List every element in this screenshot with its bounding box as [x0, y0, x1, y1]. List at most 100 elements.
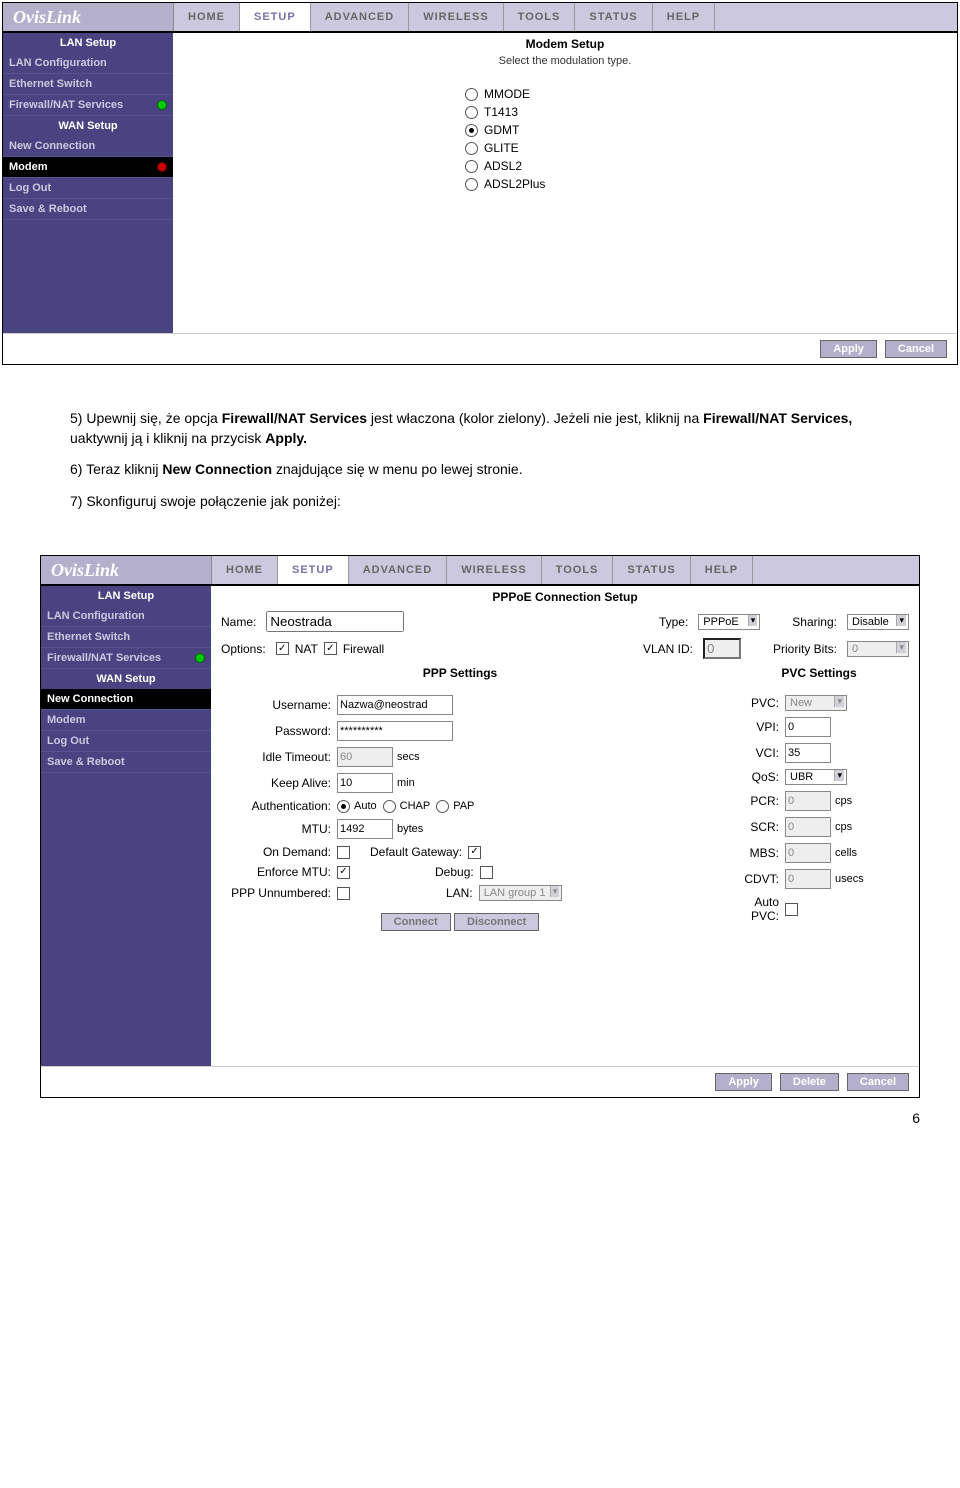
radio-glite-label: GLITE [484, 141, 519, 155]
mtu-input[interactable] [337, 819, 393, 839]
page-number: 6 [0, 1100, 960, 1136]
cells-unit: cells [831, 847, 857, 859]
sb2-new-conn[interactable]: New Connection [41, 689, 211, 710]
delete-button[interactable]: Delete [780, 1073, 839, 1091]
settings-columns: PPP Settings Username: Password: Idle Ti… [211, 662, 919, 946]
sb-firewall[interactable]: Firewall/NAT Services [3, 95, 173, 116]
nav-help-2[interactable]: HELP [691, 556, 753, 584]
radio-gdmt[interactable]: GDMT [465, 121, 665, 139]
qos-select[interactable]: UBR [785, 769, 847, 785]
sharing-label: Sharing: [792, 615, 841, 629]
nav-advanced-2[interactable]: ADVANCED [349, 556, 448, 584]
sb-eth-switch[interactable]: Ethernet Switch [3, 74, 173, 95]
sb2-save-reboot[interactable]: Save & Reboot [41, 752, 211, 773]
connect-button[interactable]: Connect [381, 913, 451, 931]
radio-icon [465, 142, 478, 155]
sb-new-conn-label: New Connection [9, 140, 95, 152]
nav-setup[interactable]: SETUP [240, 3, 311, 31]
sb-modem[interactable]: Modem [3, 157, 173, 178]
cdvt-input [785, 869, 831, 889]
sb2-eth-switch[interactable]: Ethernet Switch [41, 627, 211, 648]
nav-tools-2[interactable]: TOOLS [542, 556, 614, 584]
radio-t1413[interactable]: T1413 [465, 103, 665, 121]
sb-save-reboot-label: Save & Reboot [9, 203, 87, 215]
nav-home-2[interactable]: HOME [212, 556, 278, 584]
sb2-modem[interactable]: Modem [41, 710, 211, 731]
nav-tabs-2: HOME SETUP ADVANCED WIRELESS TOOLS STATU… [212, 556, 919, 584]
sharing-select[interactable]: Disable [847, 614, 909, 630]
cancel-button[interactable]: Cancel [885, 340, 947, 358]
auth-chap-radio[interactable] [383, 800, 396, 813]
enforce-checkbox[interactable] [337, 866, 350, 879]
unnumbered-checkbox[interactable] [337, 887, 350, 900]
password-input[interactable] [337, 721, 453, 741]
debug-checkbox[interactable] [480, 866, 493, 879]
sb2-lan-conf[interactable]: LAN Configuration [41, 606, 211, 627]
vpi-input[interactable] [785, 717, 831, 737]
vci-input[interactable] [785, 743, 831, 763]
radio-icon-selected [465, 124, 478, 137]
nav-status[interactable]: STATUS [575, 3, 652, 31]
mbs-label: MBS: [729, 846, 785, 860]
radio-adsl2-label: ADSL2 [484, 159, 522, 173]
bytes-unit: bytes [393, 823, 423, 835]
vlan-input [703, 638, 741, 659]
radio-mmode[interactable]: MMODE [465, 85, 665, 103]
type-select[interactable]: PPPoE [698, 614, 760, 630]
sb-save-reboot[interactable]: Save & Reboot [3, 199, 173, 220]
sb2-firewall[interactable]: Firewall/NAT Services [41, 648, 211, 669]
pvc-label: PVC: [729, 696, 785, 710]
radio-adsl2[interactable]: ADSL2 [465, 157, 665, 175]
disconnect-button[interactable]: Disconnect [454, 913, 539, 931]
nat-checkbox[interactable] [276, 642, 289, 655]
radio-adsl2plus[interactable]: ADSL2Plus [465, 175, 665, 193]
nav-status-2[interactable]: STATUS [613, 556, 690, 584]
pppoe-title: PPPoE Connection Setup [211, 586, 919, 608]
t: 6) Teraz kliknij [70, 461, 162, 477]
mtu-label: MTU: [221, 822, 337, 836]
button-bar-pppoe: Apply Delete Cancel [41, 1066, 919, 1097]
nav-wireless[interactable]: WIRELESS [409, 3, 503, 31]
apply-button[interactable]: Apply [820, 340, 877, 358]
auth-chap-label: CHAP [396, 800, 431, 812]
autopvc-checkbox[interactable] [785, 903, 798, 916]
router-ui-pppoe: OvisLink HOME SETUP ADVANCED WIRELESS TO… [40, 555, 920, 1098]
username-input[interactable] [337, 695, 453, 715]
auth-pap-radio[interactable] [436, 800, 449, 813]
led-red-icon [157, 162, 167, 172]
nav-advanced[interactable]: ADVANCED [311, 3, 410, 31]
led-green-icon [195, 653, 205, 663]
sidebar: LAN Setup LAN Configuration Ethernet Swi… [3, 33, 173, 333]
keepalive-input[interactable] [337, 773, 393, 793]
row-name-type-sharing: Name: Type: PPPoE Sharing: Disable [211, 608, 919, 635]
cancel-button-2[interactable]: Cancel [847, 1073, 909, 1091]
radio-icon [465, 160, 478, 173]
sb-new-conn[interactable]: New Connection [3, 136, 173, 157]
firewall-checkbox[interactable] [324, 642, 337, 655]
pcr-label: PCR: [729, 794, 785, 808]
l: Ethernet Switch [47, 631, 130, 643]
sb2-log-out[interactable]: Log Out [41, 731, 211, 752]
nav-wireless-2[interactable]: WIRELESS [447, 556, 541, 584]
defgw-checkbox[interactable] [468, 846, 481, 859]
ondemand-checkbox[interactable] [337, 846, 350, 859]
name-label: Name: [221, 615, 260, 629]
cdvt-label: CDVT: [729, 872, 785, 886]
l: New Connection [47, 693, 133, 705]
sb-lan-conf[interactable]: LAN Configuration [3, 53, 173, 74]
nav-home[interactable]: HOME [174, 3, 240, 31]
debug-label: Debug: [350, 865, 480, 879]
name-input[interactable] [266, 611, 404, 632]
enforce-label: Enforce MTU: [221, 865, 337, 879]
usecs-unit: usecs [831, 873, 864, 885]
l: Firewall/NAT Services [47, 652, 161, 664]
auth-pap-label: PAP [449, 800, 474, 812]
sb-log-out[interactable]: Log Out [3, 178, 173, 199]
auth-auto-radio[interactable] [337, 800, 350, 813]
apply-button-2[interactable]: Apply [715, 1073, 772, 1091]
radio-glite[interactable]: GLITE [465, 139, 665, 157]
nav-setup-2[interactable]: SETUP [278, 556, 349, 584]
nav-help[interactable]: HELP [653, 3, 715, 31]
button-bar-modem: Apply Cancel [3, 333, 957, 364]
nav-tools[interactable]: TOOLS [504, 3, 576, 31]
